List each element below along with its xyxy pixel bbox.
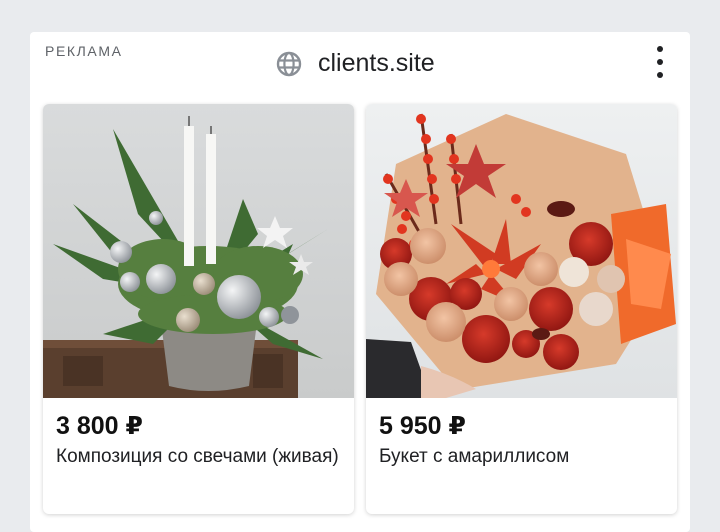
more-vertical-icon <box>657 72 663 78</box>
more-options-button[interactable] <box>650 44 670 80</box>
product-name: Букет с амариллисом <box>379 446 570 467</box>
product-price: 3 800 ₽ <box>56 412 143 440</box>
domain-link[interactable]: clients.site <box>276 49 435 78</box>
product-name: Композиция со свечами (живая) <box>56 446 339 467</box>
product-price: 5 950 ₽ <box>379 412 466 440</box>
ad-label: РЕКЛАМА <box>45 43 123 59</box>
product-image-amaryllis-bouquet <box>366 104 677 398</box>
product-image-candle-arrangement <box>43 104 354 398</box>
domain-text: clients.site <box>318 49 435 77</box>
globe-icon <box>276 51 302 76</box>
more-vertical-icon <box>657 46 663 52</box>
ad-card[interactable]: РЕКЛАМА clients.site 3 800 ₽ Композиция … <box>30 32 690 532</box>
product-card[interactable]: 3 800 ₽ Композиция со свечами (живая) <box>43 104 354 514</box>
product-card[interactable]: 5 950 ₽ Букет с амариллисом <box>366 104 677 514</box>
more-vertical-icon <box>657 59 663 65</box>
